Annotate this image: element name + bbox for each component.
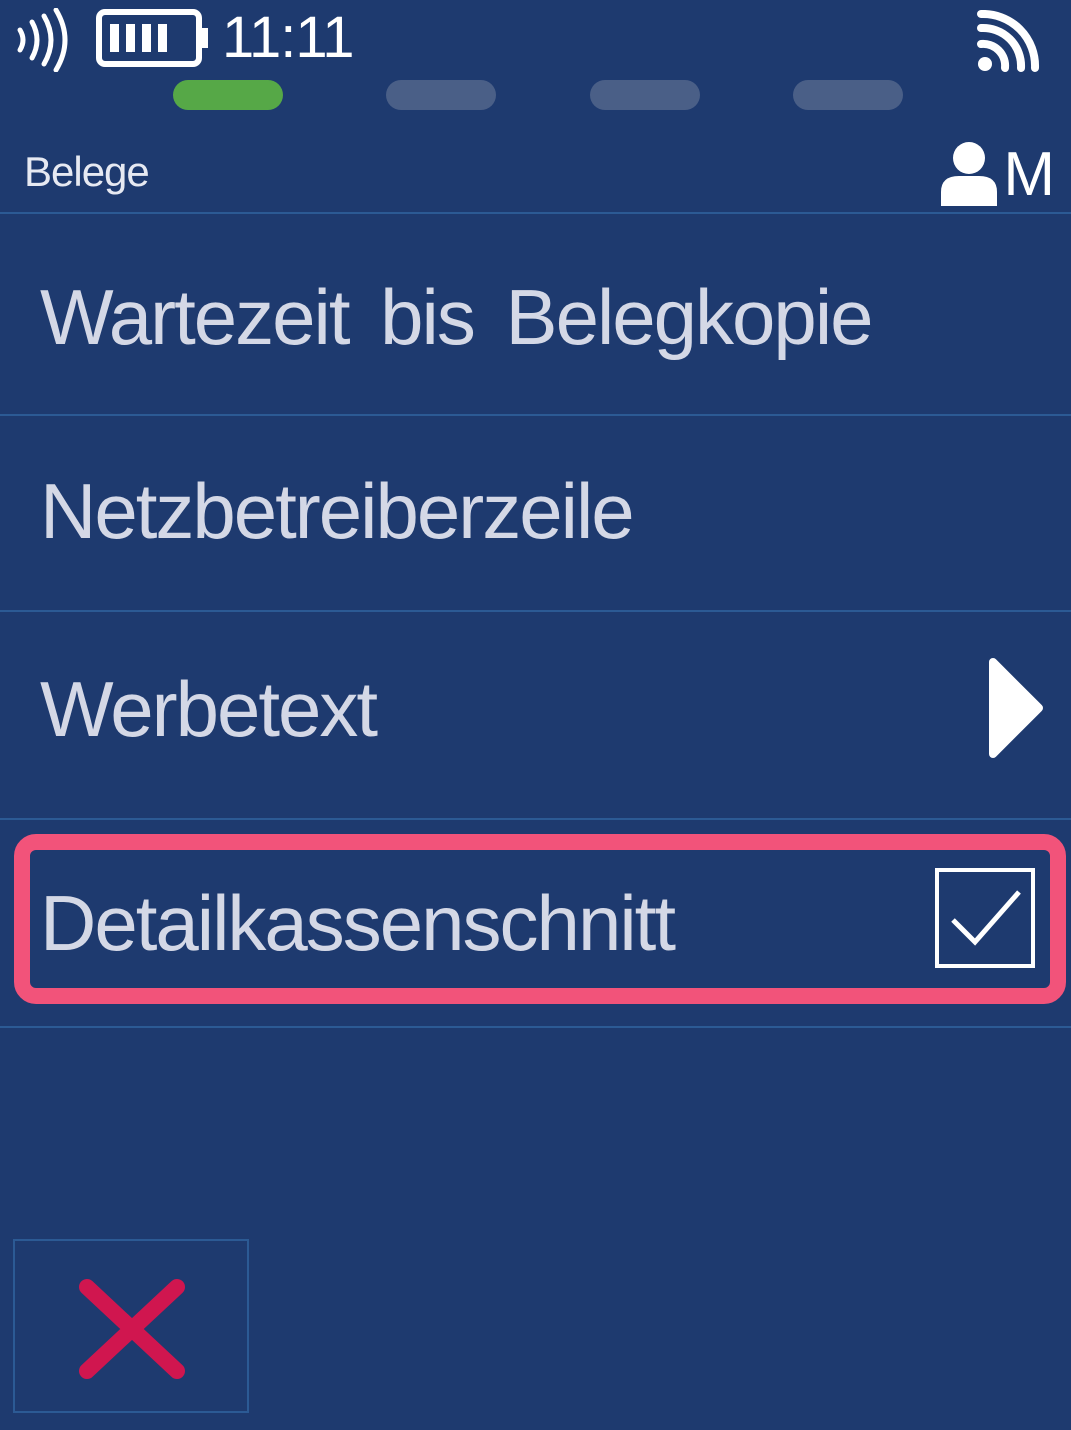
cancel-button[interactable] (13, 1239, 249, 1413)
menu-item-label: Detailkassenschnitt (40, 879, 676, 967)
step-3 (590, 80, 700, 110)
step-indicator (0, 80, 1071, 110)
step-4 (793, 80, 903, 110)
header: Belege M (0, 130, 1071, 214)
page-title: Belege (24, 148, 150, 195)
checkbox-checked-icon[interactable] (935, 868, 1035, 968)
menu-item-detailkassenschnitt[interactable]: Detailkassenschnitt (0, 820, 1071, 1028)
clock: 11:11 (222, 5, 355, 70)
user-badge: M (939, 140, 1055, 206)
screen: 11:11 Belege M Wartezeit bis Belegkopie (0, 0, 1071, 1430)
status-bar: 11:11 (0, 0, 1071, 72)
step-1-active (173, 80, 283, 110)
wifi-icon (977, 10, 1040, 72)
menu-item-label: Netzbetreiberzeile (40, 467, 635, 555)
arrow-right-icon (989, 658, 1043, 758)
menu-item-wartezeit[interactable]: Wartezeit bis Belegkopie (0, 214, 1071, 416)
menu-item-werbetext[interactable]: Werbetext (0, 612, 1071, 820)
menu-item-label: Werbetext (40, 665, 378, 753)
nfc-icon (17, 8, 68, 72)
user-letter: M (1003, 140, 1055, 209)
menu-item-netzbetreiberzeile[interactable]: Netzbetreiberzeile (0, 416, 1071, 612)
menu-item-label: Wartezeit bis Belegkopie (40, 273, 874, 361)
menu-list: Wartezeit bis Belegkopie Netzbetreiberze… (0, 214, 1071, 1028)
battery-icon (96, 9, 208, 67)
close-icon (79, 1279, 185, 1379)
user-icon (941, 142, 998, 206)
step-2 (386, 80, 496, 110)
checkmark-icon (951, 890, 1021, 946)
